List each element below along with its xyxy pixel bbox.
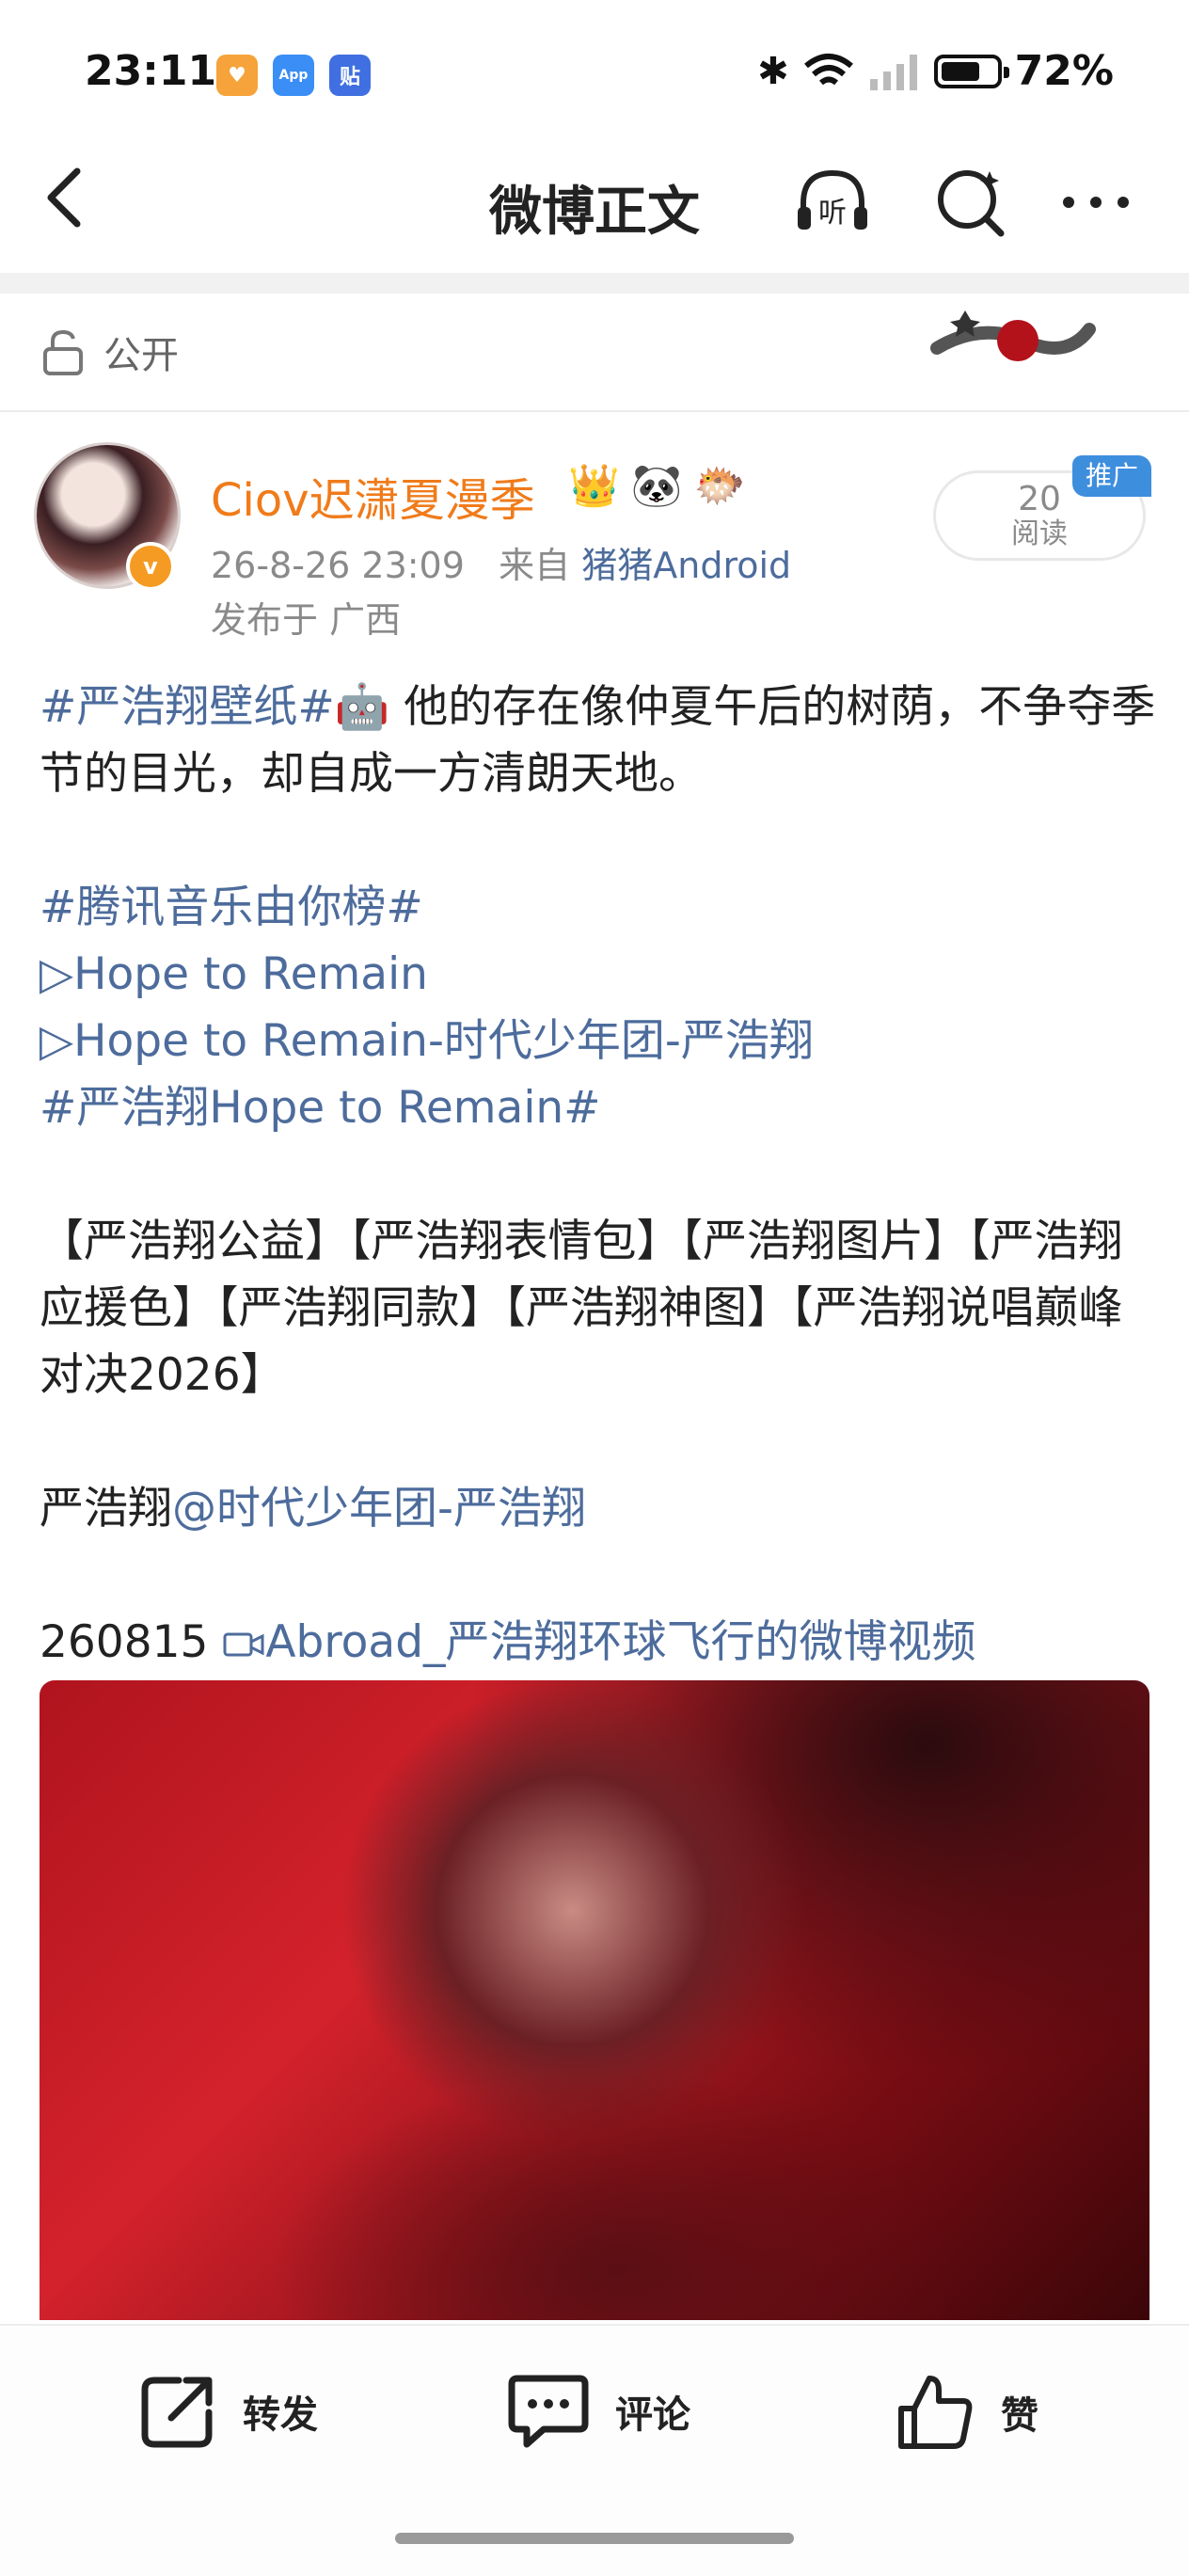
repost-button[interactable]: 转发	[137, 2371, 318, 2452]
verified-badge-icon: v	[126, 542, 175, 591]
post-timestamp: 26-8-26 23:09	[211, 545, 465, 586]
like-label: 赞	[1001, 2394, 1038, 2438]
decoration-sticker-icon	[930, 310, 1096, 361]
listen-icon[interactable]: 听	[790, 160, 875, 245]
header-divider	[0, 273, 1189, 294]
visibility-row: 公开	[41, 325, 179, 379]
post-body: #严浩翔壁纸#🤖 他的存在像仲夏午后的树荫，不争夺季节的目光，却自成一方清朗天地…	[40, 674, 1157, 1676]
bluetooth-icon: ✱	[757, 49, 789, 93]
hashtag-link[interactable]: #严浩翔Hope to Remain#	[40, 1082, 601, 1134]
bracket-tags: 【严浩翔公益】【严浩翔表情包】【严浩翔图片】【严浩翔应援色】【严浩翔同款】【严浩…	[40, 1216, 1123, 1401]
video-camera-icon	[223, 1632, 264, 1657]
svg-text:听: 听	[818, 197, 847, 230]
video-prefix: 260815	[40, 1616, 223, 1668]
post-meta: 26-8-26 23:09 来自 猪猪Android	[211, 536, 791, 588]
comment-icon	[508, 2375, 589, 2448]
status-time: 23:11	[85, 47, 217, 95]
app-market-icon: App	[273, 55, 314, 96]
post-source[interactable]: 猪猪Android	[581, 545, 791, 586]
post-location: 发布于 广西	[211, 599, 402, 641]
search-icon[interactable]	[927, 160, 1012, 245]
crown-badge-icon: 👑	[568, 462, 620, 510]
heart-app-icon: ♥	[216, 55, 258, 96]
reads-label: 阅读	[1011, 517, 1068, 550]
video-thumbnail[interactable]	[40, 1680, 1149, 2320]
hashtag-link[interactable]: #严浩翔壁纸#	[40, 681, 335, 733]
row-divider	[0, 410, 1189, 412]
status-indicators: ✱ 72%	[757, 47, 1114, 95]
from-label: 来自	[499, 545, 571, 586]
panda-badge-icon: 🐼	[630, 462, 683, 510]
share-icon	[141, 2377, 213, 2448]
author-name[interactable]: Ciov迟潇夏漫季	[211, 463, 535, 529]
fish-badge-icon: 🐡	[693, 462, 746, 510]
visibility-label: 公开	[103, 334, 179, 377]
author-badges: 👑 🐼 🐡	[568, 461, 745, 510]
mention-link[interactable]: @时代少年团-严浩翔	[172, 1483, 586, 1534]
video-link-text: Abroad_严浩翔环球飞行的微博视频	[265, 1616, 976, 1668]
thumbs-up-icon	[898, 2376, 973, 2449]
video-link[interactable]: Abroad_严浩翔环球飞行的微博视频	[222, 1616, 976, 1668]
tieba-icon: 贴	[329, 55, 371, 96]
battery-icon	[933, 54, 1009, 88]
home-indicator[interactable]	[395, 2533, 794, 2544]
wifi-icon	[803, 53, 853, 85]
ad-tag: 推广	[1072, 455, 1151, 497]
comment-button[interactable]: 评论	[506, 2371, 690, 2452]
signal-icon	[869, 54, 917, 90]
song-link[interactable]: ▷Hope to Remain	[40, 948, 428, 1000]
hashtag-link[interactable]: #腾讯音乐由你榜#	[40, 882, 423, 933]
repost-label: 转发	[243, 2393, 318, 2437]
robot-emoji: 🤖	[334, 681, 390, 733]
lock-open-icon	[43, 329, 83, 375]
comment-label: 评论	[615, 2393, 690, 2437]
song-link[interactable]: ▷Hope to Remain-时代少年团-严浩翔	[40, 1015, 814, 1067]
more-icon[interactable]	[1054, 160, 1138, 245]
mention-prefix: 严浩翔	[40, 1483, 172, 1534]
like-button[interactable]: 赞	[894, 2371, 1038, 2454]
battery-percent: 72%	[1014, 47, 1114, 95]
